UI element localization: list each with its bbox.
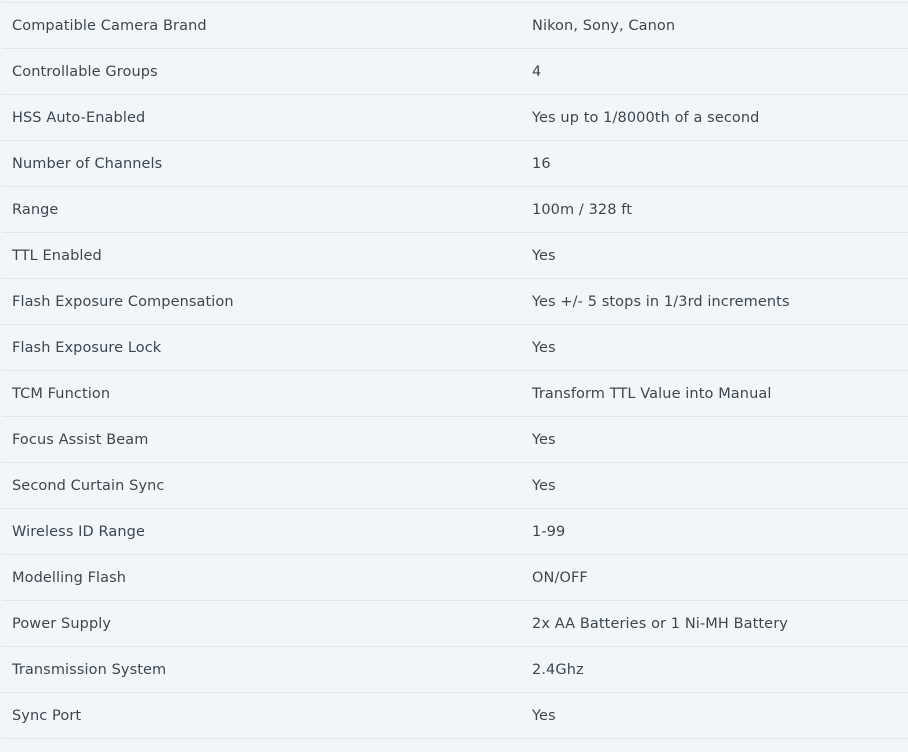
table-row: Compatible Camera Brand Nikon, Sony, Can… xyxy=(2,3,908,49)
spec-label: Modelling Flash xyxy=(12,569,127,586)
table-row: Flash Exposure Lock Yes xyxy=(2,325,908,371)
table-row: TCM Function Transform TTL Value into Ma… xyxy=(2,371,908,417)
spec-value: 1-99 xyxy=(532,523,566,540)
spec-value: 16 xyxy=(532,155,551,172)
spec-label: Flash Exposure Lock xyxy=(12,339,162,356)
spec-value: 2.4Ghz xyxy=(532,661,584,678)
spec-value: 2x AA Batteries or 1 Ni-MH Battery xyxy=(532,615,788,632)
table-row: Number of Channels 16 xyxy=(2,141,908,187)
spec-value: Nikon, Sony, Canon xyxy=(532,17,676,34)
spec-value: Yes xyxy=(532,247,556,264)
spec-label: Controllable Groups xyxy=(12,63,158,80)
spec-label: Wireless ID Range xyxy=(12,523,145,540)
spec-value: ON/OFF xyxy=(532,569,588,586)
table-row: Focus Assist Beam Yes xyxy=(2,417,908,463)
table-row: Range 100m / 328 ft xyxy=(2,187,908,233)
spec-label: TCM Function xyxy=(12,385,111,402)
spec-label: Sync Port xyxy=(12,707,82,724)
spec-label: Flash Exposure Compensation xyxy=(12,293,234,310)
spec-label: Compatible Camera Brand xyxy=(12,17,207,34)
specifications-table: Compatible Camera Brand Nikon, Sony, Can… xyxy=(2,2,908,739)
spec-label: Transmission System xyxy=(12,661,167,678)
table-row: Transmission System 2.4Ghz xyxy=(2,647,908,693)
spec-value: Yes xyxy=(532,339,556,356)
spec-value: Yes xyxy=(532,431,556,448)
table-row: TTL Enabled Yes xyxy=(2,233,908,279)
spec-label: Focus Assist Beam xyxy=(12,431,149,448)
spec-value: Transform TTL Value into Manual xyxy=(532,385,772,402)
spec-value: 100m / 328 ft xyxy=(532,201,633,218)
spec-value: Yes +/- 5 stops in 1/3rd increments xyxy=(532,293,790,310)
spec-label: TTL Enabled xyxy=(12,247,102,264)
spec-label: HSS Auto-Enabled xyxy=(12,109,146,126)
spec-label: Range xyxy=(12,201,59,218)
spec-value: Yes xyxy=(532,707,556,724)
spec-label: Power Supply xyxy=(12,615,112,632)
spec-value: Yes xyxy=(532,477,556,494)
table-row: Flash Exposure Compensation Yes +/- 5 st… xyxy=(2,279,908,325)
table-row: Modelling Flash ON/OFF xyxy=(2,555,908,601)
table-row: Power Supply 2x AA Batteries or 1 Ni-MH … xyxy=(2,601,908,647)
spec-value: Yes up to 1/8000th of a second xyxy=(532,109,760,126)
table-row: Controllable Groups 4 xyxy=(2,49,908,95)
spec-label: Second Curtain Sync xyxy=(12,477,165,494)
table-row: Second Curtain Sync Yes xyxy=(2,463,908,509)
table-row: HSS Auto-Enabled Yes up to 1/8000th of a… xyxy=(2,95,908,141)
table-row: Sync Port Yes xyxy=(2,693,908,739)
spec-label: Number of Channels xyxy=(12,155,163,172)
table-row: Wireless ID Range 1-99 xyxy=(2,509,908,555)
spec-value: 4 xyxy=(532,63,542,80)
